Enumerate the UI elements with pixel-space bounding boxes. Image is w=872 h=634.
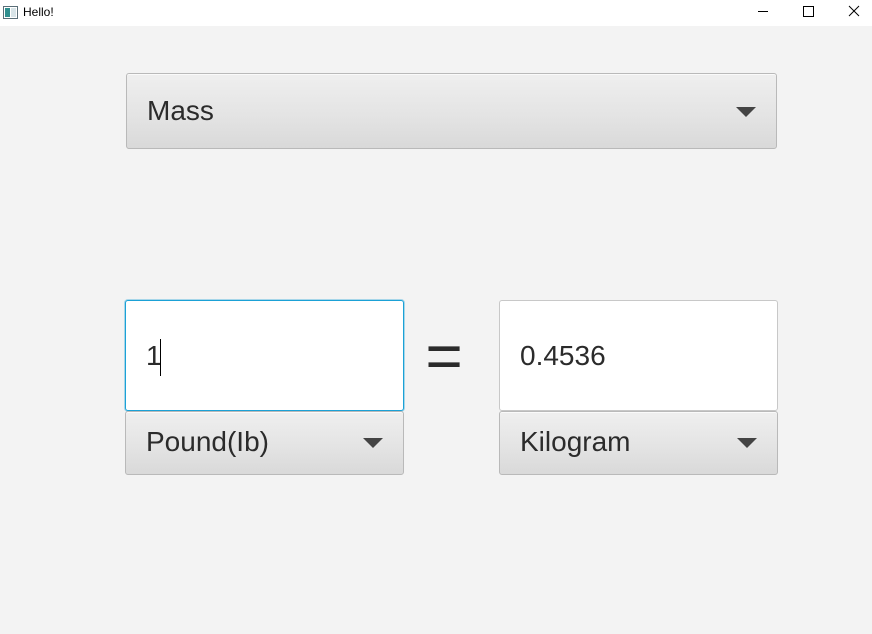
- equals-sign: =: [425, 320, 463, 392]
- to-value-output[interactable]: [499, 300, 778, 411]
- window-title: Hello!: [23, 5, 54, 19]
- category-selected-label: Mass: [147, 95, 214, 126]
- category-dropdown[interactable]: Mass: [126, 73, 777, 149]
- title-bar[interactable]: Hello!: [0, 0, 872, 26]
- maximize-icon: [803, 6, 814, 17]
- chevron-down-icon: [736, 107, 756, 117]
- to-unit-dropdown[interactable]: Kilogram: [499, 411, 778, 475]
- from-unit-label: Pound(Ib): [146, 426, 269, 457]
- from-unit-dropdown[interactable]: Pound(Ib): [125, 411, 404, 475]
- close-icon: [848, 5, 860, 17]
- maximize-button[interactable]: [786, 0, 830, 24]
- text-caret: [160, 339, 161, 376]
- chevron-down-icon: [737, 438, 757, 448]
- minimize-icon: [758, 11, 768, 12]
- close-button[interactable]: [831, 0, 872, 24]
- to-unit-label: Kilogram: [520, 426, 631, 457]
- minimize-button[interactable]: [741, 0, 785, 24]
- from-value-input[interactable]: [125, 300, 404, 411]
- chevron-down-icon: [363, 438, 383, 448]
- app-icon: [3, 4, 18, 19]
